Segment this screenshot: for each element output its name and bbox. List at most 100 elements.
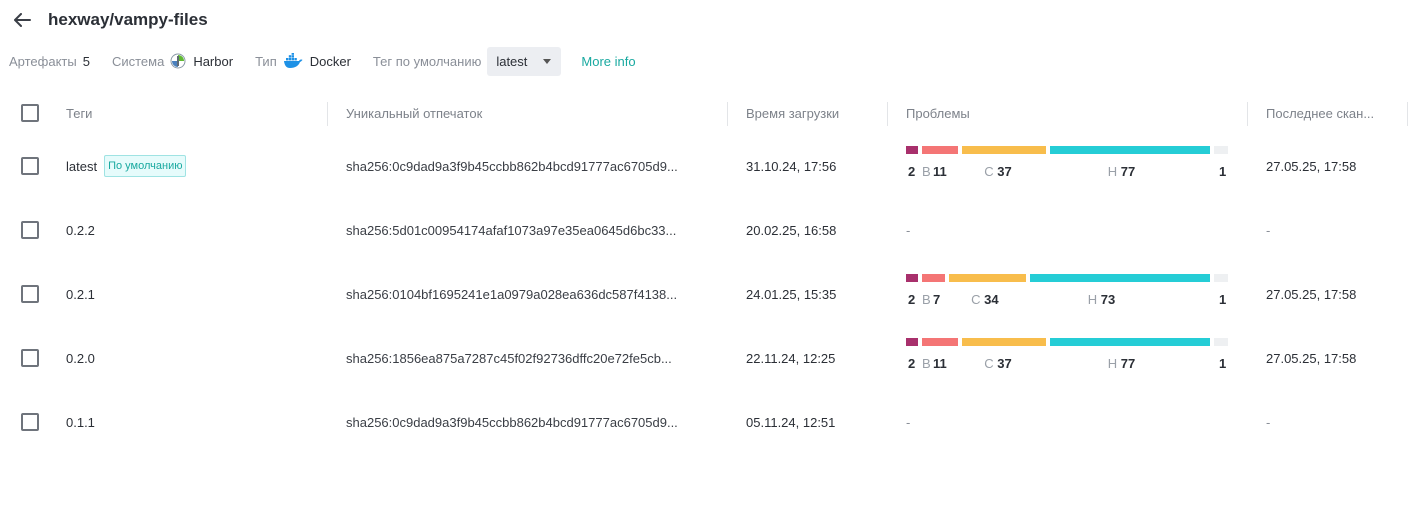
column-divider[interactable] xyxy=(327,102,328,126)
severity-counts: 2 В 7 С 34 Н 73 1 xyxy=(906,292,1228,310)
tag-name[interactable]: latest xyxy=(66,159,97,174)
harbor-logo-icon xyxy=(170,53,186,69)
column-header-issues[interactable]: Проблемы xyxy=(906,92,970,134)
system-label: Система xyxy=(111,53,165,69)
digest-cell[interactable]: sha256:1856ea875a7287c45f02f92736dffc20e… xyxy=(346,326,672,390)
high-count: 11 xyxy=(933,356,947,371)
table-row[interactable]: 0.2.1 sha256:0104bf1695241e1a0979a028ea63… xyxy=(0,262,1421,326)
medium-segment xyxy=(949,274,1026,282)
high-count: 11 xyxy=(933,164,947,179)
upload-time-cell: 24.01.25, 15:35 xyxy=(746,286,837,302)
more-info-link[interactable]: More info xyxy=(581,54,635,69)
system-info: Система Harbor xyxy=(112,53,233,69)
high-segment xyxy=(922,338,959,346)
low-label: Н xyxy=(1107,164,1118,179)
upload-time-cell: 20.02.25, 16:58 xyxy=(746,222,837,238)
select-all-cell xyxy=(21,92,39,134)
tag-cell: 0.2.2 xyxy=(66,198,95,262)
upload-time-cell: 31.10.24, 17:56 xyxy=(746,158,837,174)
tag-cell: 0.2.0 xyxy=(66,326,95,390)
column-divider[interactable] xyxy=(887,102,888,126)
tag-name[interactable]: 0.2.1 xyxy=(66,287,95,302)
column-header-tags[interactable]: Теги xyxy=(66,92,92,134)
default-tag-label: Тег по умолчанию xyxy=(372,53,482,69)
default-tag-info: Тег по умолчанию latest xyxy=(372,46,562,76)
repository-meta-bar: Артефакты 5 Система Harbor Тип Docker Те… xyxy=(9,46,636,76)
table-row[interactable]: latest По умолчанию sha256:0c9dad9a3f9b45c… xyxy=(0,134,1421,198)
none-count: 1 xyxy=(1219,164,1227,179)
select-all-checkbox[interactable] xyxy=(21,104,39,122)
row-checkbox[interactable] xyxy=(21,349,39,367)
medium-count: 34 xyxy=(984,292,999,307)
tag-name[interactable]: 0.2.2 xyxy=(66,223,95,238)
row-select-cell xyxy=(21,262,39,326)
none-segment xyxy=(1214,338,1228,346)
table-row[interactable]: 0.1.1 sha256:0c9dad9a3f9b45ccbb862b4bcd91… xyxy=(0,390,1421,454)
tag-name[interactable]: 0.2.0 xyxy=(66,351,95,366)
digest-cell[interactable]: sha256:0c9dad9a3f9b45ccbb862b4bcd91777ac… xyxy=(346,134,678,198)
row-checkbox[interactable] xyxy=(21,221,39,239)
tag-cell: 0.1.1 xyxy=(66,390,95,454)
low-count: 77 xyxy=(1120,356,1136,371)
chevron-down-icon xyxy=(543,58,552,64)
column-divider[interactable] xyxy=(1247,102,1248,126)
severity-bar xyxy=(906,146,1228,154)
artifacts-count: 5 xyxy=(82,53,90,69)
low-count: 73 xyxy=(1100,292,1116,307)
column-header-last-scan[interactable]: Последнее скан... xyxy=(1266,92,1374,134)
severity-bar xyxy=(906,274,1228,282)
low-segment xyxy=(1029,274,1210,282)
medium-segment xyxy=(962,338,1046,346)
last-scan-cell: 27.05.25, 17:58 xyxy=(1266,350,1357,366)
column-header-upload-time[interactable]: Время загрузки xyxy=(746,92,839,134)
low-label: Н xyxy=(1087,292,1098,307)
high-label: В xyxy=(922,356,931,371)
default-tag-select[interactable]: latest xyxy=(487,46,562,76)
digest-cell[interactable]: sha256:0104bf1695241e1a0979a028ea636dc58… xyxy=(346,262,677,326)
low-segment xyxy=(1049,338,1210,346)
critical-segment xyxy=(906,338,918,346)
row-select-cell xyxy=(21,134,39,198)
table-row[interactable]: 0.2.2 sha256:5d01c00954174afaf1073a97e35e… xyxy=(0,198,1421,262)
issues-summary[interactable]: 2 В 11 С 37 Н 77 1 xyxy=(906,146,1228,186)
default-tag-select-value: latest xyxy=(496,53,528,69)
upload-time-cell: 22.11.24, 12:25 xyxy=(746,350,836,366)
digest-cell[interactable]: sha256:5d01c00954174afaf1073a97e35ea0645… xyxy=(346,198,676,262)
table-body: latest По умолчанию sha256:0c9dad9a3f9b45c… xyxy=(0,134,1421,454)
artifacts-table: Теги Уникальный отпечаток Время загрузки… xyxy=(0,92,1421,454)
low-segment xyxy=(1049,146,1210,154)
row-checkbox[interactable] xyxy=(21,413,39,431)
medium-segment xyxy=(962,146,1046,154)
critical-count: 2 xyxy=(908,164,916,179)
critical-segment xyxy=(906,146,918,154)
column-header-digest[interactable]: Уникальный отпечаток xyxy=(346,92,482,134)
issues-empty: - xyxy=(906,414,911,430)
severity-counts: 2 В 11 С 37 Н 77 1 xyxy=(906,356,1228,374)
table-header: Теги Уникальный отпечаток Время загрузки… xyxy=(0,92,1421,134)
docker-logo-icon xyxy=(283,53,303,69)
last-scan-cell: 27.05.25, 17:58 xyxy=(1266,286,1357,302)
tag-name[interactable]: 0.1.1 xyxy=(66,415,95,430)
high-segment xyxy=(922,274,946,282)
severity-bar xyxy=(906,338,1228,346)
digest-cell[interactable]: sha256:0c9dad9a3f9b45ccbb862b4bcd91777ac… xyxy=(346,390,678,454)
high-label: В xyxy=(922,292,931,307)
none-segment xyxy=(1214,274,1228,282)
type-value: Docker xyxy=(309,53,351,69)
medium-label: С xyxy=(971,292,981,307)
last-scan-cell: - xyxy=(1266,414,1271,430)
critical-segment xyxy=(906,274,918,282)
issues-summary[interactable]: 2 В 11 С 37 Н 77 1 xyxy=(906,338,1228,378)
row-checkbox[interactable] xyxy=(21,285,39,303)
none-count: 1 xyxy=(1219,356,1227,371)
none-segment xyxy=(1214,146,1228,154)
row-select-cell xyxy=(21,326,39,390)
high-label: В xyxy=(922,164,931,179)
table-row[interactable]: 0.2.0 sha256:1856ea875a7287c45f02f92736df… xyxy=(0,326,1421,390)
issues-summary[interactable]: 2 В 7 С 34 Н 73 1 xyxy=(906,274,1228,314)
column-divider[interactable] xyxy=(727,102,728,126)
row-checkbox[interactable] xyxy=(21,157,39,175)
back-arrow-icon[interactable] xyxy=(12,10,32,30)
issues-empty: - xyxy=(906,222,911,238)
column-divider[interactable] xyxy=(1407,102,1408,126)
